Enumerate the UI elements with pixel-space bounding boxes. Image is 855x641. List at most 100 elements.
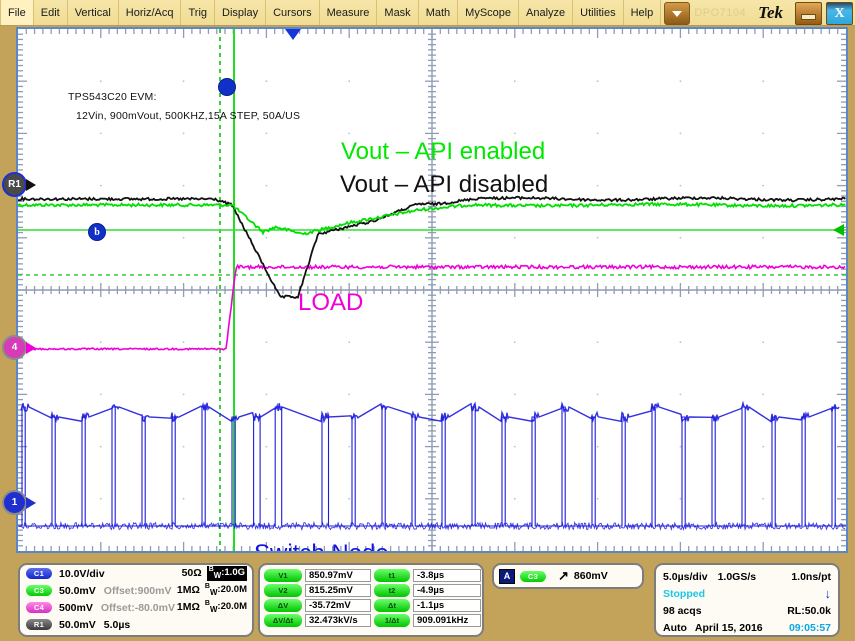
ch4-badge: 4 xyxy=(2,335,27,360)
cursor-label-dt: Δt xyxy=(374,599,410,612)
cursor-handle-b[interactable]: b xyxy=(88,223,106,241)
acquisition-time: 09:05:57 xyxy=(789,622,831,634)
timebase-value: 5.0µs/div xyxy=(663,571,708,583)
label-vout-api-disabled: Vout – API disabled xyxy=(340,171,548,199)
cursor-label-invdt: 1/Δt xyxy=(374,614,410,627)
cursor-label-dv: ΔV xyxy=(264,599,302,612)
vertical-row[interactable]: R1 50.0mV 5.0µs xyxy=(20,616,252,633)
acquisition-count: 98 acqs xyxy=(663,605,702,617)
ref1-arrow-icon xyxy=(26,179,36,191)
cursor-value-invdt: 909.091kHz xyxy=(413,614,481,627)
menu-item-horiz-acq[interactable]: Horiz/Acq xyxy=(119,0,182,25)
record-length: RL:50.0k xyxy=(787,605,831,617)
vertical-row[interactable]: C1 10.0V/div 50Ω BW:1.0G xyxy=(20,565,252,582)
menu-item-cursors[interactable]: Cursors xyxy=(266,0,320,25)
vertical-row[interactable]: C3 50.0mV Offset:900mV 1MΩ BW:20.0M xyxy=(20,582,252,599)
label-switch-node: Switch Node xyxy=(254,540,389,551)
cursor-label-dvdt: ΔV/Δt xyxy=(264,614,302,627)
cursor-measurement-grid: V1 850.97mV t1 -3.8µs V2 815.25mV t2 -4.… xyxy=(260,565,482,631)
ch3-scale: 50.0mV xyxy=(59,585,96,597)
vertical-row[interactable]: C4 500mV Offset:-80.0mV 1MΩ BW:20.0M xyxy=(20,599,252,616)
cursor-handle-a[interactable] xyxy=(218,78,236,96)
menu-dropdown-button[interactable] xyxy=(664,2,690,25)
ch4-right: 1MΩ BW:20.0M xyxy=(177,600,252,614)
cursor-value-v1: 850.97mV xyxy=(305,569,371,582)
menu-item-vertical[interactable]: Vertical xyxy=(68,0,119,25)
acquisition-panel[interactable]: 5.0µs/div 1.0GS/s 1.0ns/pt Stopped ↓ 98 … xyxy=(654,563,840,637)
menu-item-trig[interactable]: Trig xyxy=(181,0,215,25)
close-button[interactable]: X xyxy=(826,2,853,25)
menu-item-measure[interactable]: Measure xyxy=(320,0,378,25)
acq-row-count: 98 acqs RL:50.0k xyxy=(663,602,831,619)
label-load: LOAD xyxy=(298,289,363,317)
ch3-impedance: 1MΩ xyxy=(177,584,200,596)
graticule-area: TPS543C20 EVM: 12Vin, 900mVout, 500KHZ,1… xyxy=(18,29,846,551)
menu-bar: File Edit Vertical Horiz/Acq Trig Displa… xyxy=(0,0,855,26)
label-vout-api-enabled: Vout – API enabled xyxy=(341,138,545,166)
close-icon: X xyxy=(834,7,844,21)
cursor-label-v2: V2 xyxy=(264,584,302,597)
trigger-position-icon[interactable] xyxy=(285,29,301,40)
marker-ch1[interactable]: 1 xyxy=(2,490,36,515)
acquisition-date: April 15, 2016 xyxy=(695,622,763,634)
cursor-measurement-panel[interactable]: V1 850.97mV t1 -3.8µs V2 815.25mV t2 -4.… xyxy=(258,563,484,637)
ref1-badge: R1 xyxy=(2,172,27,197)
ch4-scale: 500mV xyxy=(59,602,93,614)
resolution-value: 1.0ns/pt xyxy=(791,571,831,583)
sample-rate-value: 1.0GS/s xyxy=(718,571,757,583)
minimize-button[interactable] xyxy=(795,2,822,25)
tek-logo: Tek xyxy=(758,0,793,25)
cursor-value-dvdt: 32.473kV/s xyxy=(305,614,371,627)
menu-item-file[interactable]: File xyxy=(0,0,34,25)
menu-item-myscope[interactable]: MyScope xyxy=(458,0,519,25)
trigger-source-chip: C3 xyxy=(520,571,546,582)
trigger-level-arrow-icon[interactable] xyxy=(833,224,844,236)
acq-row-state: Stopped ↓ xyxy=(663,585,831,602)
channel-chip-c1: C1 xyxy=(26,568,52,579)
ch3-right: 1MΩ BW:20.0M xyxy=(177,583,252,597)
ch1-right: 50Ω BW:1.0G xyxy=(182,566,252,580)
menu-item-display[interactable]: Display xyxy=(215,0,266,25)
trigger-panel[interactable]: A C3 ↗ 860mV xyxy=(492,563,644,589)
cursor-value-t1: -3.8µs xyxy=(413,569,481,582)
ch1-impedance: 50Ω xyxy=(182,567,202,579)
down-arrow-icon: ↓ xyxy=(825,586,832,601)
cursor-value-dv: -35.72mV xyxy=(305,599,371,612)
scope-window: File Edit Vertical Horiz/Acq Trig Displa… xyxy=(0,0,855,641)
minimize-icon xyxy=(801,14,816,20)
marker-ch4[interactable]: 4 xyxy=(2,335,36,360)
menu-item-math[interactable]: Math xyxy=(419,0,458,25)
ch3-offset: Offset:900mV xyxy=(104,585,172,597)
evm-title-line1: TPS543C20 EVM: xyxy=(68,91,157,103)
cursor-label-t1: t1 xyxy=(374,569,410,582)
menu-item-help[interactable]: Help xyxy=(624,0,662,25)
vertical-settings-panel[interactable]: C1 10.0V/div 50Ω BW:1.0G C3 50.0mV Offse… xyxy=(18,563,254,637)
model-label: DPO7104 xyxy=(694,0,758,25)
trigger-a-badge: A xyxy=(499,569,515,584)
menu-item-analyze[interactable]: Analyze xyxy=(519,0,573,25)
readout-bar: C1 10.0V/div 50Ω BW:1.0G C3 50.0mV Offse… xyxy=(0,560,855,641)
channel-chip-c4: C4 xyxy=(26,602,52,613)
ch1-scale: 10.0V/div xyxy=(59,568,105,580)
r1-timebase: 5.0µs xyxy=(104,619,131,631)
menu-item-mask[interactable]: Mask xyxy=(377,0,418,25)
marker-ref1[interactable]: R1 xyxy=(2,172,36,197)
waveform-display[interactable]: TPS543C20 EVM: 12Vin, 900mVout, 500KHZ,1… xyxy=(16,27,848,553)
ch1-arrow-icon xyxy=(26,497,36,509)
trigger-mode: Auto xyxy=(663,622,687,634)
chevron-down-icon xyxy=(672,11,682,17)
menu-item-edit[interactable]: Edit xyxy=(34,0,68,25)
channel-chip-r1: R1 xyxy=(26,619,52,630)
menu-item-utilities[interactable]: Utilities xyxy=(573,0,623,25)
acq-row-timebase: 5.0µs/div 1.0GS/s 1.0ns/pt xyxy=(663,568,831,585)
waveform-svg xyxy=(18,29,846,551)
cursor-value-v2: 815.25mV xyxy=(305,584,371,597)
ch4-impedance: 1MΩ xyxy=(177,601,200,613)
ch1-bandwidth: BW:1.0G xyxy=(207,566,247,580)
ch1-badge: 1 xyxy=(2,490,27,515)
ch3-bandwidth: BW:20.0M xyxy=(205,583,247,597)
trigger-level-value: 860mV xyxy=(574,570,608,582)
ch4-arrow-icon xyxy=(26,342,36,354)
ch4-bandwidth: BW:20.0M xyxy=(205,600,247,614)
ch4-offset: Offset:-80.0mV xyxy=(101,602,175,614)
